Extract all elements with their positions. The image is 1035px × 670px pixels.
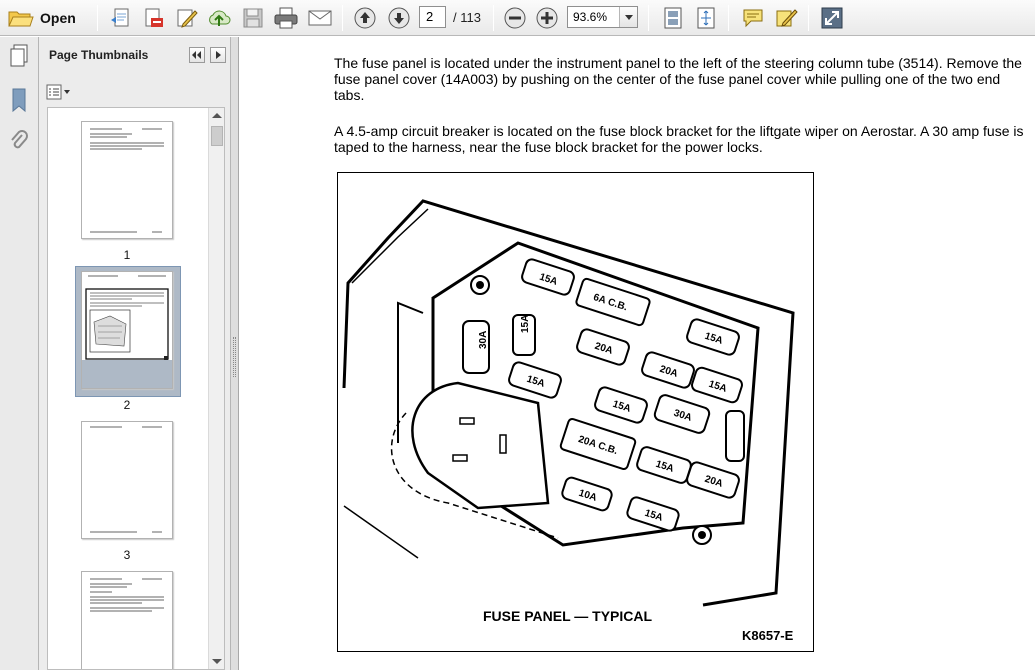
toolbar-separator: [648, 5, 649, 31]
page-preview-image: [82, 275, 172, 388]
arrow-up-circle-icon: [354, 7, 376, 29]
page-preview-image: [90, 426, 162, 533]
paragraph-circuit-breaker: A 4.5-amp circuit breaker is located on …: [334, 123, 1024, 155]
fuse-panel-drawing: 15A 6A C.B. 15A 30A 20A 15A 20A 15A 15A …: [342, 199, 795, 643]
pencil-document-icon: [177, 9, 198, 28]
paragraph-fuse-panel-location: The fuse panel is located under the inst…: [334, 55, 1022, 103]
open-label: Open: [40, 10, 76, 26]
figure-caption: FUSE PANEL — TYPICAL: [483, 608, 653, 624]
double-chevron-left-icon: [192, 51, 201, 59]
zoom-level-select[interactable]: 93.6%: [567, 6, 638, 28]
thumbnail-scrollbar[interactable]: [208, 108, 224, 669]
next-page-button[interactable]: [386, 5, 412, 31]
fuse-label: 15A: [520, 315, 531, 333]
floppy-disk-icon: [243, 8, 263, 28]
thumbnail-page-number: 2: [123, 398, 131, 412]
toolbar-separator: [97, 5, 98, 31]
fit-page-button[interactable]: [659, 5, 687, 31]
page-number-input[interactable]: 2: [419, 6, 446, 28]
document-view[interactable]: The fuse panel is located under the inst…: [240, 37, 1035, 670]
save-button[interactable]: [240, 5, 266, 31]
attachments-nav-button[interactable]: [8, 129, 30, 155]
cloud-upload-icon: [209, 10, 231, 26]
print-button[interactable]: [272, 5, 300, 31]
page-preview-image: [90, 128, 164, 233]
page-thumbnail-selected[interactable]: [81, 271, 173, 389]
bookmark-icon: [12, 88, 26, 113]
toolbar-separator: [342, 5, 343, 31]
toolbar-separator: [493, 5, 494, 31]
export-pdf-button[interactable]: [140, 5, 166, 31]
fuse-label: 30A: [478, 331, 489, 349]
highlighter-pen-icon: [776, 9, 798, 27]
printer-icon: [274, 7, 298, 29]
expand-arrows-icon: [821, 7, 843, 29]
figure-code: K8657-E: [742, 628, 794, 643]
collapse-panel-button[interactable]: [189, 47, 205, 63]
page-thumbnails-nav-button[interactable]: [8, 43, 30, 69]
edit-button[interactable]: [174, 5, 200, 31]
page-thumbnail[interactable]: [81, 121, 173, 239]
folder-icon: [8, 11, 34, 27]
full-screen-button[interactable]: [818, 5, 846, 31]
document-convert-icon: [111, 8, 129, 27]
previous-page-button[interactable]: [352, 5, 378, 31]
plus-circle-icon: [536, 7, 558, 29]
navigation-rail: [0, 37, 39, 670]
toolbar-separator: [728, 5, 729, 31]
highlight-button[interactable]: [772, 5, 800, 31]
pages-icon: [10, 44, 28, 67]
scroll-up-arrow-icon[interactable]: [212, 113, 222, 118]
page-preview-image: [90, 578, 164, 612]
envelope-icon: [308, 10, 332, 26]
fuse-panel-illustration: 15A 6A C.B. 15A 30A 20A 15A 20A 15A 15A …: [337, 172, 814, 652]
zoom-level-value: 93.6%: [573, 10, 608, 24]
scrollbar-thumb[interactable]: [211, 126, 223, 146]
full-screen-fit-button[interactable]: [692, 5, 720, 31]
create-pdf-button[interactable]: [108, 5, 134, 31]
arrow-down-circle-icon: [388, 7, 410, 29]
minus-circle-icon: [504, 7, 526, 29]
expand-page-icon: [697, 7, 715, 29]
thumbnail-page-number: 3: [123, 548, 131, 562]
zoom-in-button[interactable]: [534, 5, 560, 31]
paperclip-icon: [11, 130, 28, 149]
splitter-grip[interactable]: [233, 337, 236, 377]
main-toolbar: Open 2 / 113 93.6%: [0, 0, 1035, 36]
panel-splitter[interactable]: [231, 37, 239, 670]
chevron-down-icon[interactable]: [619, 7, 637, 27]
thumbnail-options-button[interactable]: [45, 82, 73, 102]
bookmarks-nav-button[interactable]: [8, 87, 30, 113]
options-menu-icon: [46, 84, 70, 100]
upload-button[interactable]: [206, 5, 232, 31]
open-button[interactable]: Open: [8, 5, 83, 31]
comment-button[interactable]: [739, 5, 767, 31]
thumbnail-list[interactable]: 1 2 3: [47, 107, 225, 670]
panel-title: Page Thumbnails: [49, 48, 149, 62]
pdf-export-icon: [145, 8, 163, 27]
fit-page-icon: [664, 7, 682, 29]
email-button[interactable]: [306, 5, 334, 31]
thumbnail-page-number: 1: [123, 248, 131, 262]
scroll-down-arrow-icon[interactable]: [212, 659, 222, 664]
toolbar-separator: [808, 5, 809, 31]
page-thumbnails-panel: Page Thumbnails 1 2 3: [39, 37, 231, 670]
zoom-out-button[interactable]: [502, 5, 528, 31]
page-thumbnail[interactable]: [81, 421, 173, 539]
expand-panel-button[interactable]: [210, 47, 226, 63]
speech-bubble-icon: [743, 9, 763, 28]
chevron-right-icon: [216, 51, 221, 59]
page-total: / 113: [453, 10, 481, 25]
page-thumbnail[interactable]: [81, 571, 173, 669]
